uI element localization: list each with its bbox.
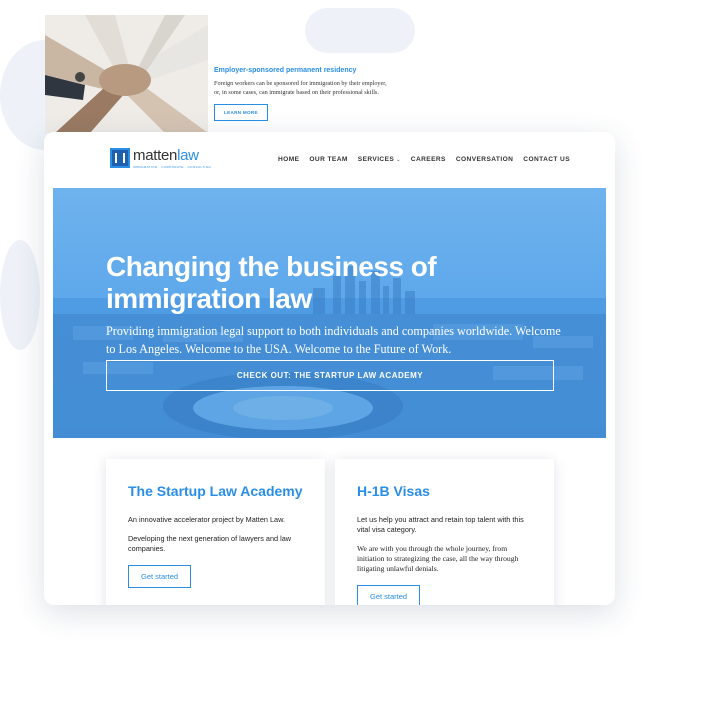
card-paragraph: Let us help you attract and retain top t…: [357, 515, 524, 534]
site-header: mattenlaw IMMIGRATION · CORPORATE · CONS…: [44, 132, 615, 188]
team-hands-photo: [45, 15, 208, 133]
back-preview-card: Employer-sponsored permanent residency F…: [45, 15, 445, 140]
hero-title: Changing the business of immigration law: [106, 251, 437, 314]
hero-banner: Changing the business of immigration law…: [53, 188, 606, 438]
brand-name-part1: matten: [133, 147, 178, 164]
brand-tagline: IMMIGRATION · CORPORATE · CONSULTING: [133, 165, 212, 169]
back-card-title: Employer-sponsored permanent residency: [214, 67, 357, 74]
learn-more-button[interactable]: LEARN MORE: [214, 103, 268, 121]
brand-name-part2: law: [177, 147, 199, 164]
card-paragraph: An innovative accelerator project by Mat…: [128, 515, 285, 524]
main-nav: HOME OUR TEAM SERVICES ⌄ CAREERS CONVERSA…: [278, 156, 570, 163]
background-blob: [0, 240, 40, 350]
back-card-description: Foreign workers can be sponsored for imm…: [214, 80, 387, 97]
card-title: The Startup Law Academy: [128, 483, 303, 499]
card-paragraph: We are with you through the whole journe…: [357, 544, 519, 573]
hero-subtitle: Providing immigration legal support to b…: [106, 324, 561, 356]
stage: Employer-sponsored permanent residency F…: [0, 0, 724, 715]
nav-item-services-label: SERVICES: [357, 156, 395, 163]
nav-item-services[interactable]: SERVICES ⌄: [358, 156, 401, 163]
logo-mark-icon: [110, 148, 130, 168]
card-startup-law-academy: The Startup Law Academy An innovative ac…: [106, 459, 325, 605]
startup-law-academy-cta-button[interactable]: CHECK OUT: THE STARTUP LAW ACADEMY: [106, 360, 554, 391]
nav-item-conversation[interactable]: CONVERSATION: [456, 156, 513, 163]
brand-name: mattenlaw: [133, 148, 211, 163]
get-started-button[interactable]: Get started: [128, 565, 192, 588]
card-paragraph: Developing the next generation of lawyer…: [128, 534, 292, 553]
card-h1b-visas: H-1B Visas Let us help you attract and r…: [335, 459, 554, 605]
browser-window: mattenlaw IMMIGRATION · CORPORATE · CONS…: [44, 132, 615, 605]
get-started-button[interactable]: Get started: [357, 585, 421, 605]
brand-logo[interactable]: mattenlaw IMMIGRATION · CORPORATE · CONS…: [110, 148, 211, 169]
nav-item-our-team[interactable]: OUR TEAM: [309, 156, 347, 163]
card-title: H-1B Visas: [357, 483, 430, 499]
nav-item-contact-us[interactable]: CONTACT US: [523, 156, 570, 163]
nav-item-home[interactable]: HOME: [278, 156, 299, 163]
chevron-down-icon: ⌄: [396, 157, 401, 163]
nav-item-careers[interactable]: CAREERS: [411, 156, 446, 163]
